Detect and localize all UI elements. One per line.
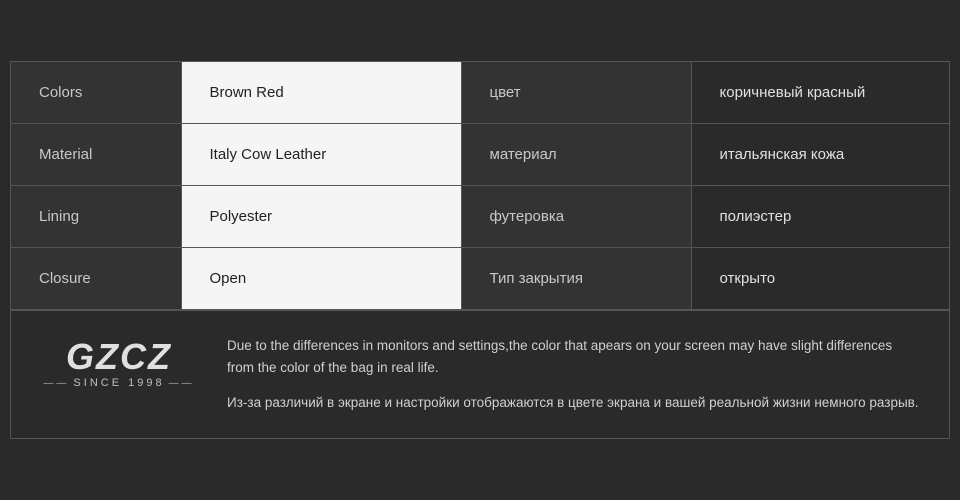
cell-label-ru: цвет <box>461 62 691 124</box>
table-row: ClosureOpenТип закрытияоткрыто <box>11 248 949 310</box>
disclaimer-en: Due to the differences in monitors and s… <box>227 335 921 378</box>
logo-area: GZCZ SINCE 1998 <box>39 335 199 389</box>
cell-label-en: Lining <box>11 186 181 248</box>
table-row: ColorsBrown Redцветкоричневый красный <box>11 62 949 124</box>
table-row: MaterialItaly Cow Leatherматериалитальян… <box>11 124 949 186</box>
brand-since: SINCE 1998 <box>43 377 194 389</box>
footer-section: GZCZ SINCE 1998 Due to the differences i… <box>11 310 949 438</box>
table-row: LiningPolyesterфутеровкаполиэстер <box>11 186 949 248</box>
cell-value-ru: коричневый красный <box>691 62 949 124</box>
cell-value-en: Polyester <box>181 186 461 248</box>
brand-logo: GZCZ <box>66 339 172 375</box>
disclaimer-ru: Из-за различий в экране и настройки отоб… <box>227 392 921 414</box>
main-container: ColorsBrown Redцветкоричневый красныйMat… <box>10 61 950 439</box>
footer-text: Due to the differences in monitors and s… <box>227 335 921 414</box>
cell-label-ru: материал <box>461 124 691 186</box>
cell-value-en: Open <box>181 248 461 310</box>
specs-table: ColorsBrown Redцветкоричневый красныйMat… <box>11 62 949 310</box>
cell-value-ru: полиэстер <box>691 186 949 248</box>
cell-value-en: Brown Red <box>181 62 461 124</box>
cell-value-ru: открыто <box>691 248 949 310</box>
cell-label-en: Material <box>11 124 181 186</box>
cell-label-en: Closure <box>11 248 181 310</box>
cell-label-en: Colors <box>11 62 181 124</box>
cell-value-ru: итальянская кожа <box>691 124 949 186</box>
cell-label-ru: Тип закрытия <box>461 248 691 310</box>
cell-label-ru: футеровка <box>461 186 691 248</box>
cell-value-en: Italy Cow Leather <box>181 124 461 186</box>
